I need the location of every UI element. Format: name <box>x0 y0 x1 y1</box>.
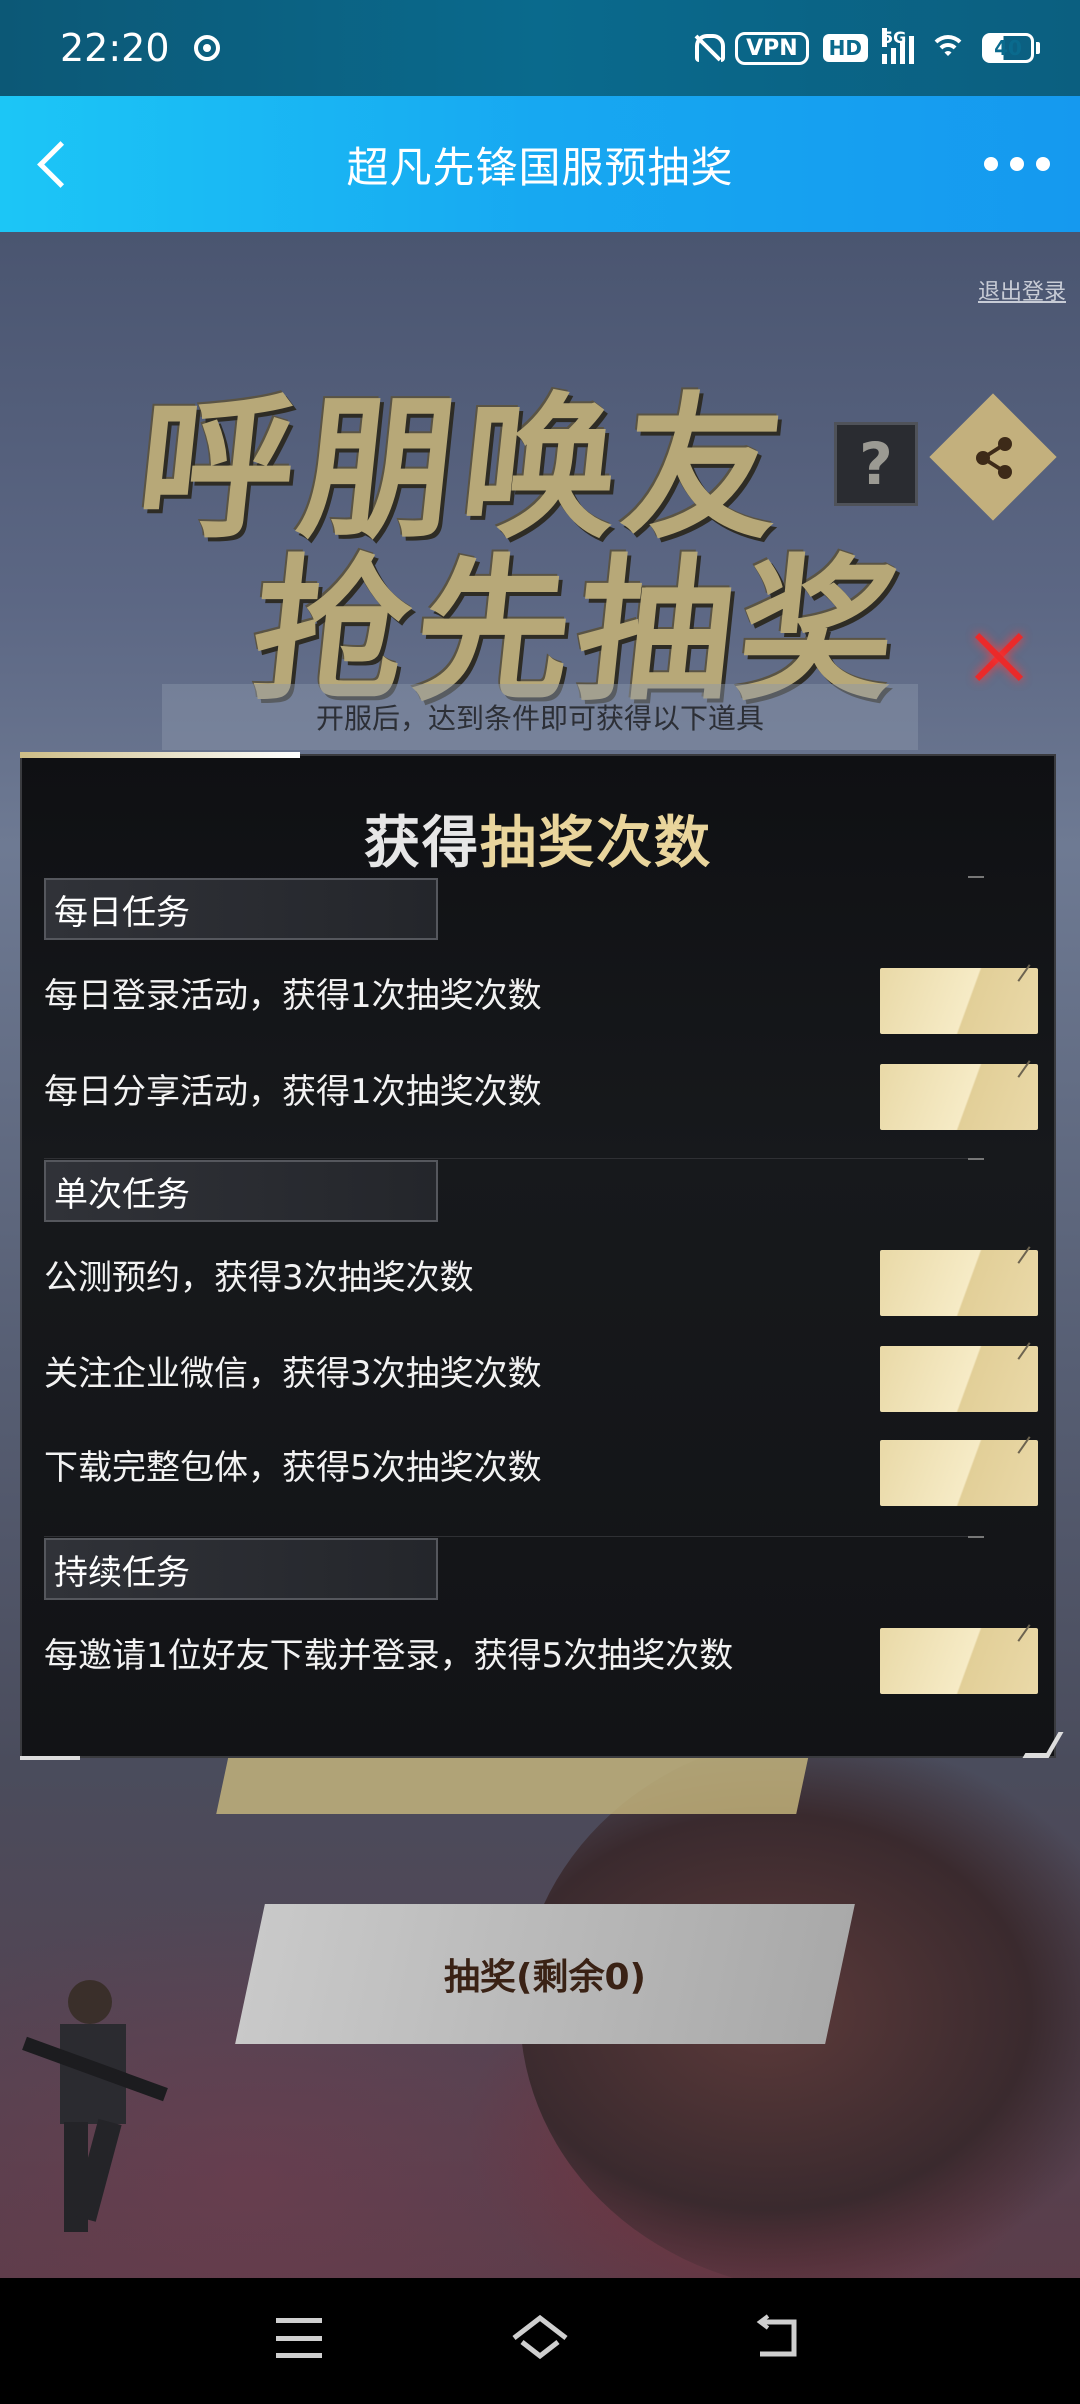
modal-title: 获得抽奖次数 <box>22 798 1054 879</box>
modal-accent <box>20 1756 80 1760</box>
vpn-badge: VPN <box>735 31 809 65</box>
draw-button[interactable]: 抽奖(剩余0) <box>250 1904 840 2044</box>
task-download-package: 下载完整包体，获得5次抽奖次数 <box>44 1448 542 1488</box>
section-divider <box>968 1158 984 1160</box>
close-icon[interactable] <box>972 630 1026 684</box>
more-options-icon[interactable] <box>984 146 1050 182</box>
wifi-icon <box>928 33 968 63</box>
status-time: 22:20 <box>60 26 170 70</box>
modal-title-white: 获得 <box>364 811 480 876</box>
location-icon <box>193 35 220 61</box>
task-reservation: 公测预约，获得3次抽奖次数 <box>44 1258 474 1298</box>
task-daily-login-button[interactable] <box>880 968 1038 1034</box>
page-title: 超凡先锋国服预抽奖 <box>346 142 734 192</box>
logout-link[interactable]: 退出登录 <box>978 274 1066 306</box>
task-invite-friend: 每邀请1位好友下载并登录，获得5次抽奖次数 <box>44 1636 734 1676</box>
task-follow-wechat-button[interactable] <box>880 1346 1038 1412</box>
task-daily-login: 每日登录活动，获得1次抽奖次数 <box>44 976 542 1016</box>
lottery-chances-modal: 获得抽奖次数 每日任务 每日登录活动，获得1次抽奖次数 每日分享活动，获得1次抽… <box>20 752 1064 1760</box>
soldier-artwork <box>22 1980 168 2232</box>
home-icon[interactable] <box>510 2312 570 2364</box>
modal-title-gold: 抽奖次数 <box>480 811 712 876</box>
task-daily-share: 每日分享活动，获得1次抽奖次数 <box>44 1072 542 1112</box>
modal-accent <box>20 752 300 758</box>
task-follow-wechat: 关注企业微信，获得3次抽奖次数 <box>44 1354 542 1394</box>
title-bar: 超凡先锋国服预抽奖 <box>0 96 1080 232</box>
share-icon <box>976 437 1012 479</box>
task-daily-share-button[interactable] <box>880 1064 1038 1130</box>
section-ongoing: 持续任务 <box>44 1538 438 1600</box>
battery-level: 40 <box>982 33 1034 63</box>
hd-badge: HD <box>822 34 868 62</box>
system-nav-bar <box>0 2278 1080 2404</box>
event-subtitle: 开服后，达到条件即可获得以下道具 <box>162 684 918 750</box>
task-invite-friend-button[interactable] <box>880 1628 1038 1694</box>
signal-icon: 5G <box>882 28 914 64</box>
section-divider <box>968 876 984 878</box>
back-arrow-icon[interactable] <box>28 136 88 196</box>
section-divider <box>968 1536 984 1538</box>
task-reservation-button[interactable] <box>880 1250 1038 1316</box>
battery-icon: 40 <box>982 33 1040 63</box>
status-icons: VPN HD 5G 40 <box>691 28 1040 65</box>
back-icon[interactable] <box>754 2314 802 2360</box>
status-bar: 22:20 VPN HD 5G 40 <box>0 0 1080 96</box>
section-divider <box>44 1158 984 1159</box>
section-daily: 每日任务 <box>44 878 438 940</box>
task-download-package-button[interactable] <box>880 1440 1038 1506</box>
mute-bell-icon <box>691 32 726 64</box>
section-single: 单次任务 <box>44 1160 438 1222</box>
recent-apps-icon[interactable] <box>276 2318 322 2358</box>
help-icon[interactable]: ? <box>834 422 918 506</box>
section-divider <box>44 1536 984 1537</box>
network-type: 5G <box>882 28 907 47</box>
